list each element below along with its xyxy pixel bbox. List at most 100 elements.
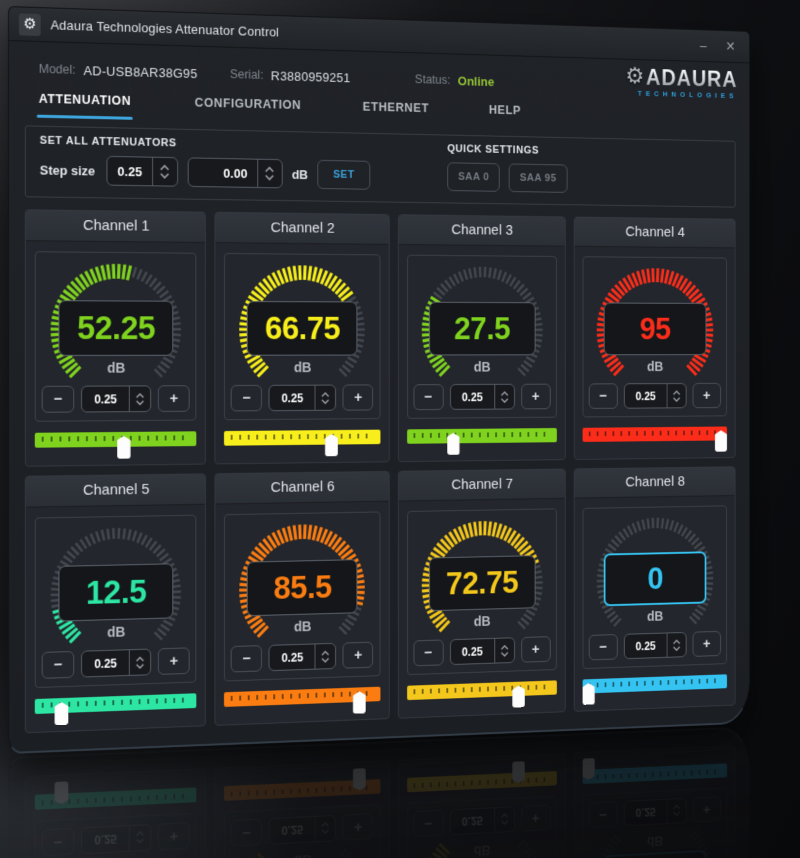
slider-thumb[interactable]: [715, 430, 727, 451]
attenuation-value-display[interactable]: 95: [603, 302, 707, 356]
step-size-input[interactable]: 0.25: [81, 648, 152, 678]
tab-configuration[interactable]: CONFIGURATION: [195, 96, 301, 124]
increment-button[interactable]: +: [157, 385, 190, 412]
decrement-button[interactable]: −: [41, 385, 75, 413]
decrement-button[interactable]: −: [231, 645, 263, 673]
increment-button[interactable]: +: [692, 382, 721, 409]
decrement-button[interactable]: −: [41, 650, 75, 679]
serial-label: Serial:: [229, 67, 264, 82]
set-value-input[interactable]: 0.00: [187, 157, 283, 189]
set-value-spinner[interactable]: [256, 159, 282, 188]
channel-card-7: Channel 7 72.75 dB −0.25 +: [397, 468, 566, 719]
slider-thumb[interactable]: [353, 691, 366, 714]
slider-thumb[interactable]: [582, 683, 594, 705]
spinner-chevrons-icon: [135, 654, 146, 670]
set-button[interactable]: SET: [317, 159, 371, 190]
increment-button[interactable]: +: [520, 383, 551, 410]
decrement-button[interactable]: −: [588, 383, 618, 409]
step-controls: −0.25 +: [36, 385, 196, 413]
channel-card-3: Channel 3 27.5 dB −0.25 +: [397, 214, 566, 463]
adaura-logo: ⚙ ADAURA TECHNOLOGIES: [624, 63, 738, 100]
step-size-value[interactable]: 0.25: [451, 639, 494, 664]
attenuation-value-display[interactable]: 52.25: [58, 300, 174, 356]
step-controls: −0.25 +: [225, 384, 379, 412]
step-size-input[interactable]: 0.25: [623, 383, 687, 409]
step-size-spinner[interactable]: [666, 632, 686, 657]
window-title: Adaura Technologies Attenuator Control: [50, 17, 280, 40]
increment-button[interactable]: +: [520, 636, 551, 663]
slider-thumb[interactable]: [55, 702, 69, 725]
step-size-spinner[interactable]: [151, 157, 177, 186]
step-size-value[interactable]: 0.25: [82, 650, 129, 676]
slider-thumb[interactable]: [512, 685, 525, 707]
decrement-button[interactable]: −: [413, 384, 444, 411]
step-size-spinner[interactable]: [314, 385, 336, 410]
step-size-spinner[interactable]: [493, 384, 514, 409]
step-size-spinner[interactable]: [493, 638, 514, 663]
increment-button[interactable]: +: [157, 647, 190, 675]
attenuation-value-display[interactable]: 72.75: [428, 555, 536, 612]
step-size-value[interactable]: 0.25: [108, 157, 152, 185]
increment-button[interactable]: +: [692, 630, 721, 657]
attenuation-value-display[interactable]: 85.5: [247, 559, 358, 617]
spinner-chevrons-icon: [321, 648, 331, 664]
step-size-input[interactable]: 0.25: [623, 631, 687, 660]
step-size-input[interactable]: 0.25: [449, 383, 515, 410]
saa-95-button[interactable]: SAA 95: [509, 163, 568, 193]
attenuation-value-display[interactable]: 12.5: [58, 563, 174, 622]
set-all-panel: SET ALL ATTENUATORS Step size 0.25 0.00: [24, 125, 736, 208]
attenuation-slider[interactable]: [34, 426, 197, 461]
close-button[interactable]: ✕: [725, 39, 735, 55]
step-size-value[interactable]: 0.25: [625, 633, 667, 658]
step-controls: −0.25 +: [408, 383, 556, 411]
attenuation-slider[interactable]: [224, 682, 380, 721]
slider-thumb[interactable]: [325, 434, 338, 456]
step-size-value[interactable]: 0.25: [270, 644, 315, 670]
step-size-input[interactable]: 0.25: [268, 384, 337, 412]
attenuation-slider[interactable]: [582, 670, 727, 707]
slider-thumb[interactable]: [117, 436, 131, 459]
attenuation-slider[interactable]: [406, 676, 557, 714]
increment-button[interactable]: +: [342, 641, 374, 669]
step-size-spinner[interactable]: [128, 386, 151, 412]
attenuation-slider[interactable]: [406, 423, 557, 457]
slider-thumb[interactable]: [447, 433, 460, 455]
minimize-button[interactable]: –: [700, 38, 707, 54]
gauge-panel: 95 dB −0.25 +: [582, 256, 727, 418]
saa-0-button[interactable]: SAA 0: [447, 162, 501, 192]
attenuation-value-display[interactable]: 0: [603, 551, 707, 607]
set-value[interactable]: 0.00: [188, 158, 257, 187]
decrement-button[interactable]: −: [588, 634, 618, 661]
step-controls: −0.25 +: [583, 630, 726, 661]
step-size-value[interactable]: 0.25: [82, 386, 129, 411]
decrement-button[interactable]: −: [413, 639, 444, 667]
tab-ethernet[interactable]: ETHERNET: [363, 100, 429, 127]
step-size-input[interactable]: 0.25: [106, 155, 178, 187]
app-gear-icon: ⚙: [18, 12, 41, 36]
attenuation-slider[interactable]: [224, 425, 380, 460]
step-size-value[interactable]: 0.25: [270, 386, 315, 411]
step-size-value[interactable]: 0.25: [625, 384, 667, 408]
step-size-spinner[interactable]: [314, 643, 336, 669]
step-size-input[interactable]: 0.25: [81, 385, 152, 413]
model-label: Model:: [38, 61, 76, 77]
step-controls: −0.25 +: [583, 382, 726, 409]
step-size-input[interactable]: 0.25: [268, 642, 337, 672]
step-size-input[interactable]: 0.25: [449, 637, 515, 666]
attenuation-slider[interactable]: [34, 688, 197, 728]
step-size-label: Step size: [39, 162, 96, 178]
gauge-panel: 72.75 dB −0.25 +: [406, 508, 557, 676]
spinner-chevrons-icon: [159, 163, 171, 181]
attenuation-slider[interactable]: [582, 422, 727, 455]
step-size-spinner[interactable]: [128, 649, 151, 675]
step-size-value[interactable]: 0.25: [451, 385, 494, 409]
tab-attenuation[interactable]: ATTENUATION: [39, 92, 131, 120]
logo-gear-icon: ⚙: [625, 63, 645, 90]
channel-card-5: Channel 5 12.5 dB −0.25 +: [24, 473, 207, 734]
attenuation-value-display[interactable]: 27.5: [428, 301, 536, 356]
decrement-button[interactable]: −: [231, 384, 263, 412]
tab-help[interactable]: HELP: [489, 103, 521, 128]
step-size-spinner[interactable]: [666, 383, 686, 408]
increment-button[interactable]: +: [342, 384, 374, 411]
attenuation-value-display[interactable]: 66.75: [247, 301, 358, 356]
